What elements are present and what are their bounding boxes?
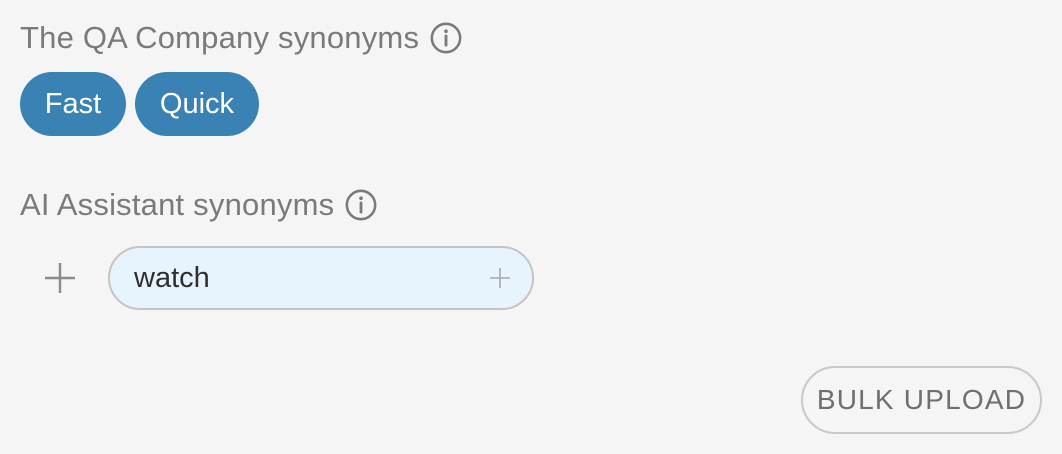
plus-icon: [490, 268, 510, 288]
synonym-input-field: [108, 246, 534, 310]
plus-icon: [45, 263, 75, 293]
synonym-chip[interactable]: Quick: [135, 72, 259, 136]
synonym-chip[interactable]: Fast: [20, 72, 126, 136]
company-synonym-chips: Fast Quick: [20, 72, 259, 136]
ai-synonyms-heading: AI Assistant synonyms: [20, 185, 378, 225]
ai-synonyms-label: AI Assistant synonyms: [20, 187, 335, 222]
confirm-synonym-button[interactable]: [486, 264, 514, 292]
info-circle-icon[interactable]: [344, 188, 378, 222]
synonym-input[interactable]: [134, 261, 486, 295]
company-synonyms-label: The QA Company synonyms: [20, 20, 420, 55]
bulk-upload-button[interactable]: BULK UPLOAD: [801, 366, 1042, 434]
info-circle-icon[interactable]: [429, 21, 463, 55]
add-synonym-button[interactable]: [40, 258, 80, 298]
company-synonyms-heading: The QA Company synonyms: [20, 18, 463, 58]
